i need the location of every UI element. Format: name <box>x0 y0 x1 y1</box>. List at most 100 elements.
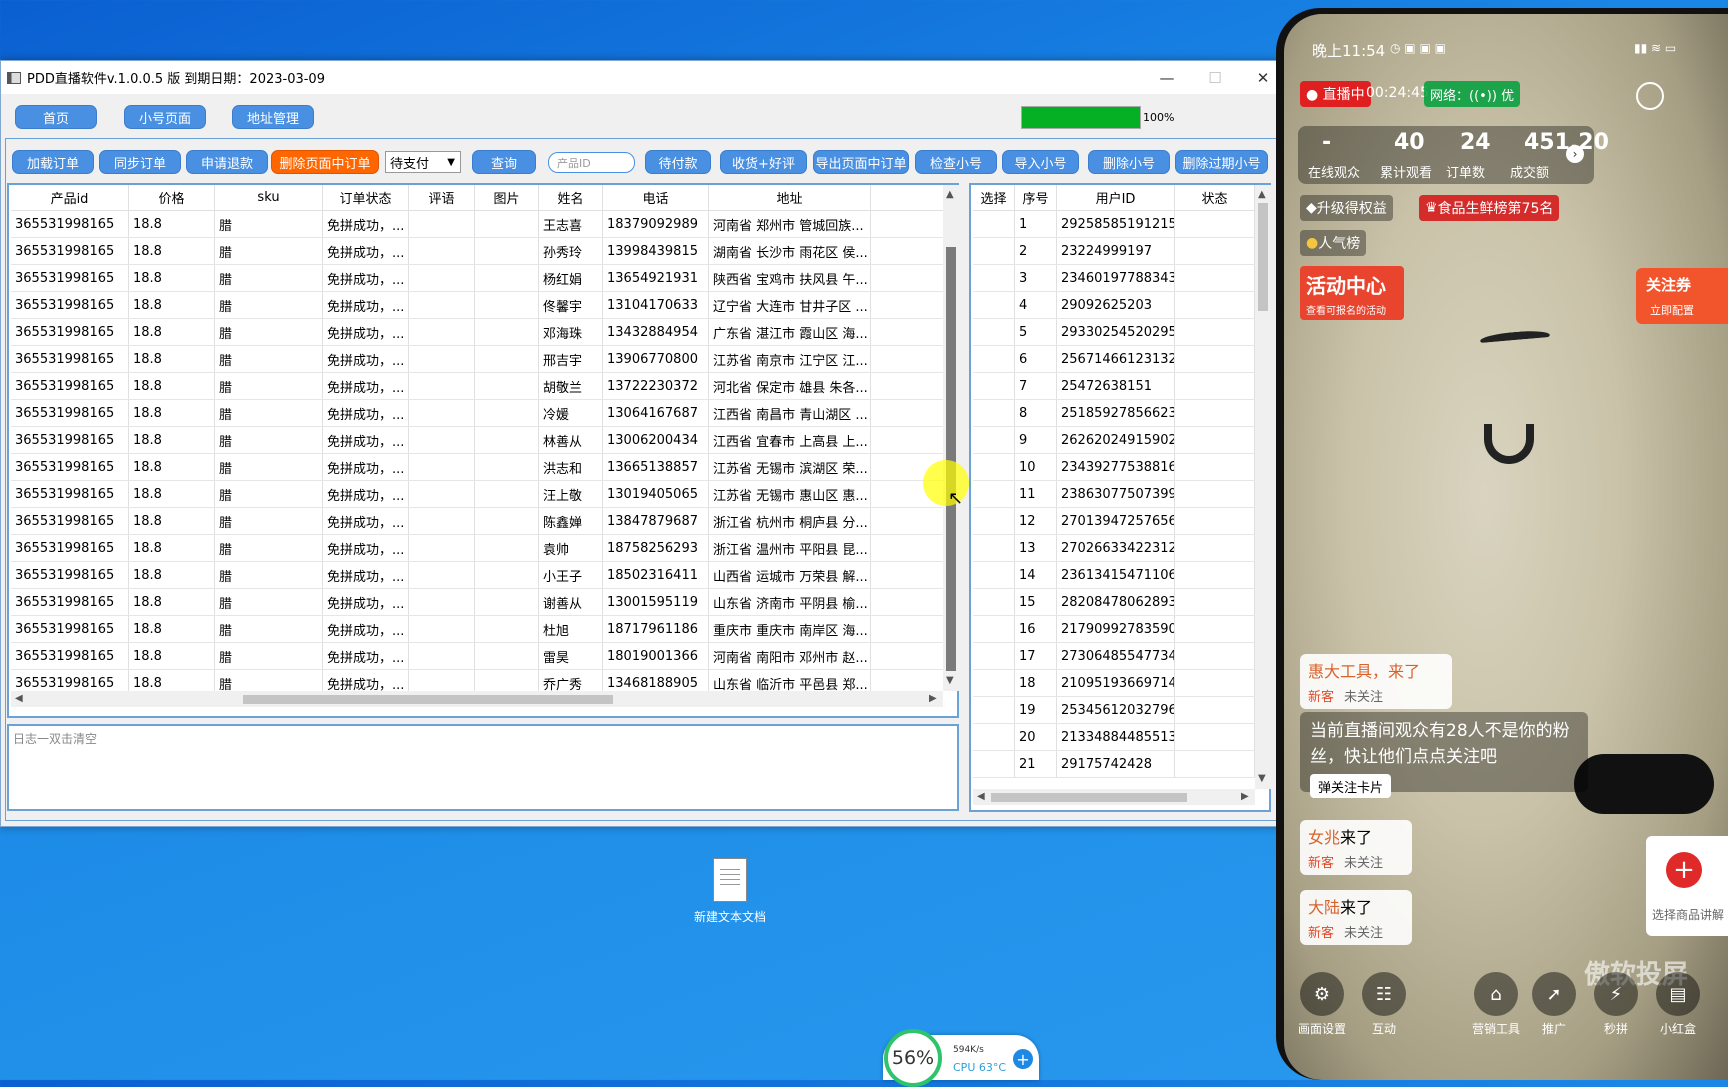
query-button[interactable]: 查询 <box>472 150 536 174</box>
product-id-input[interactable]: 产品ID <box>548 152 635 173</box>
order-row[interactable]: 365531998165 18.8 腊免拼成功，... 汪上敬 13019405065 江… <box>11 481 943 508</box>
import-accounts-button[interactable]: 导入小号 <box>1002 150 1079 174</box>
account-row[interactable]: 11 23863077507399 <box>973 481 1255 508</box>
select-product-panel[interactable]: + 选择商品讲解 <box>1646 836 1728 936</box>
delete-expired-button[interactable]: 删除过期小号 <box>1175 150 1268 174</box>
account-row[interactable]: 15 28208478062893 <box>973 589 1255 616</box>
order-row[interactable]: 365531998165 18.8 腊免拼成功，... 杜旭 18717961186 重庆… <box>11 616 943 643</box>
bottom-tool-6[interactable]: ▤ 小红盒 <box>1654 972 1702 1037</box>
pending-pay-button[interactable]: 待付款 <box>645 150 711 174</box>
order-row[interactable]: 365531998165 18.8 腊免拼成功，... 邓海珠 13432884954 广… <box>11 319 943 346</box>
account-row[interactable]: 19 25345612032796 <box>973 697 1255 724</box>
order-row[interactable]: 365531998165 18.8 腊免拼成功，... 谢善从 13001595119 山… <box>11 589 943 616</box>
account-row[interactable]: 4 29092625203 <box>973 292 1255 319</box>
order-column-header[interactable]: 姓名 <box>539 185 603 210</box>
order-row[interactable]: 365531998165 18.8 腊免拼成功，... 袁帅 18758256293 浙江… <box>11 535 943 562</box>
bottom-tool-1[interactable]: ⚙ 画面设置 <box>1298 972 1346 1037</box>
order-row[interactable]: 365531998165 18.8 腊免拼成功，... 陈鑫婵 13847879687 浙… <box>11 508 943 535</box>
account-row[interactable]: 6 25671466123132 <box>973 346 1255 373</box>
account-row[interactable]: 12 27013947257656 <box>973 508 1255 535</box>
account-row[interactable]: 10 23439277538816 <box>973 454 1255 481</box>
account-row[interactable]: 1 29258585191215 <box>973 211 1255 238</box>
activity-center[interactable]: 活动中心 查看可报名的活动 <box>1300 266 1404 320</box>
orders-vscroll[interactable]: ▲ ▼ <box>943 185 959 691</box>
accounts-hscroll[interactable]: ◀ ▶ <box>973 789 1255 805</box>
status-select[interactable]: 待支付 ▼ <box>385 151 461 173</box>
bottom-tool-4[interactable]: ➚ 推广 <box>1530 972 1578 1037</box>
order-column-header[interactable]: 图片 <box>475 185 539 210</box>
order-column-header[interactable]: 产品id <box>11 185 129 210</box>
account-row[interactable]: 18 21095193669714 <box>973 670 1255 697</box>
sync-orders-button[interactable]: 同步订单 <box>99 150 181 174</box>
account-column-header[interactable]: 用户ID <box>1057 185 1175 210</box>
account-column-header[interactable]: 序号 <box>1015 185 1057 210</box>
scroll-right-icon[interactable]: ▶ <box>1241 791 1249 802</box>
account-row[interactable]: 5 29330254520295 <box>973 319 1255 346</box>
account-row[interactable]: 21 29175742428 <box>973 751 1255 778</box>
account-column-header[interactable]: 选择 <box>973 185 1015 210</box>
nav-accounts-button[interactable]: 小号页面 <box>124 105 206 129</box>
order-column-header[interactable]: 评语 <box>409 185 475 210</box>
account-row[interactable]: 3 23460197788343 <box>973 265 1255 292</box>
apply-refund-button[interactable]: 申请退款 <box>186 150 268 174</box>
scroll-left-icon[interactable]: ◀ <box>977 791 985 802</box>
order-row[interactable]: 365531998165 18.8 腊免拼成功，... 小王子 18502316411 山… <box>11 562 943 589</box>
order-row[interactable]: 365531998165 18.8 腊免拼成功，... 林善从 13006200434 江… <box>11 427 943 454</box>
orders-vscroll-thumb[interactable] <box>946 247 956 671</box>
log-textarea[interactable]: 日志一双击清空 <box>7 724 959 811</box>
popular-chip[interactable]: ● 人气榜 <box>1300 230 1367 256</box>
scroll-up-icon[interactable]: ▲ <box>946 189 954 200</box>
delete-page-orders-button[interactable]: 删除页面中订单 <box>271 150 379 174</box>
minimize-button[interactable]: — <box>1143 61 1191 94</box>
order-row[interactable]: 365531998165 18.8 腊免拼成功，... 王志喜 18379092989 河… <box>11 211 943 238</box>
order-row[interactable]: 365531998165 18.8 腊免拼成功，... 雷昊 18019001366 河南… <box>11 643 943 670</box>
order-row[interactable]: 365531998165 18.8 腊免拼成功，... 洪志和 13665138857 江… <box>11 454 943 481</box>
account-row[interactable]: 17 27306485547734 <box>973 643 1255 670</box>
account-row[interactable]: 13 27026633422312 <box>973 535 1255 562</box>
account-row[interactable]: 9 26262024915902 <box>973 427 1255 454</box>
account-row[interactable]: 14 23613415471106 <box>973 562 1255 589</box>
order-row[interactable]: 365531998165 18.8 腊免拼成功，... 乔广秀 13468188905 山… <box>11 670 943 691</box>
follow-coupon[interactable]: 关注券 立即配置 <box>1636 268 1728 324</box>
order-column-header[interactable]: 价格 <box>129 185 215 210</box>
account-row[interactable]: 16 21790992783590 <box>973 616 1255 643</box>
add-product-icon[interactable]: + <box>1666 852 1702 888</box>
chevron-right-icon[interactable]: › <box>1566 145 1584 163</box>
scroll-up-icon[interactable]: ▲ <box>1258 189 1266 200</box>
order-column-header[interactable]: 地址 <box>709 185 871 210</box>
order-row[interactable]: 365531998165 18.8 腊免拼成功，... 孙秀玲 13998439815 湖… <box>11 238 943 265</box>
bottom-tool-2[interactable]: ☷ 互动 <box>1360 972 1408 1037</box>
scroll-right-icon[interactable]: ▶ <box>929 693 937 704</box>
follow-card-button[interactable]: 弹关注卡片 <box>1310 774 1392 798</box>
upgrade-chip[interactable]: ◆ 升级得权益 <box>1300 195 1393 221</box>
load-orders-button[interactable]: 加载订单 <box>12 150 94 174</box>
order-column-header[interactable]: 电话 <box>603 185 709 210</box>
account-row[interactable]: 8 25185927856623 <box>973 400 1255 427</box>
order-row[interactable]: 365531998165 18.8 腊免拼成功，... 杨红娟 13654921931 陕… <box>11 265 943 292</box>
accounts-vscroll-thumb[interactable] <box>1258 203 1268 311</box>
account-row[interactable]: 2 23224999197 <box>973 238 1255 265</box>
live-stats-panel[interactable]: - 在线观众 40 累计观看 24 订单数 451.20 成交额 › <box>1298 126 1609 184</box>
order-column-header[interactable]: 订单状态 <box>323 185 409 210</box>
desktop-file[interactable]: 新建文本文档 <box>690 858 770 925</box>
scroll-down-icon[interactable]: ▼ <box>1258 773 1266 784</box>
bottom-tool-3[interactable]: ⌂ 营销工具 <box>1472 972 1520 1037</box>
nav-address-button[interactable]: 地址管理 <box>232 105 314 129</box>
order-row[interactable]: 365531998165 18.8 腊免拼成功，... 冷媛 13064167687 江西… <box>11 400 943 427</box>
account-row[interactable]: 7 25472638151 <box>973 373 1255 400</box>
account-column-header[interactable]: 状态 <box>1175 185 1255 210</box>
power-icon[interactable] <box>1636 82 1664 110</box>
check-accounts-button[interactable]: 检查小号 <box>915 150 997 174</box>
orders-hscroll[interactable]: ◀ ▶ <box>11 691 943 707</box>
order-row[interactable]: 365531998165 18.8 腊免拼成功，... 胡敬兰 13722230372 河… <box>11 373 943 400</box>
accounts-hscroll-thumb[interactable] <box>991 793 1187 802</box>
system-meter[interactable]: 56% 594K/s CPU 63°C + <box>883 1029 1039 1087</box>
order-column-header[interactable]: sku <box>215 185 323 210</box>
plus-icon[interactable]: + <box>1013 1049 1033 1069</box>
delete-accounts-button[interactable]: 删除小号 <box>1088 150 1170 174</box>
nav-home-button[interactable]: 首页 <box>15 105 97 129</box>
orders-hscroll-thumb[interactable] <box>243 695 613 704</box>
export-orders-button[interactable]: 导出页面中订单 <box>813 150 909 174</box>
bottom-tool-5[interactable]: ⚡ 秒拼 <box>1592 972 1640 1037</box>
receive-review-button[interactable]: 收货+好评 <box>720 150 807 174</box>
